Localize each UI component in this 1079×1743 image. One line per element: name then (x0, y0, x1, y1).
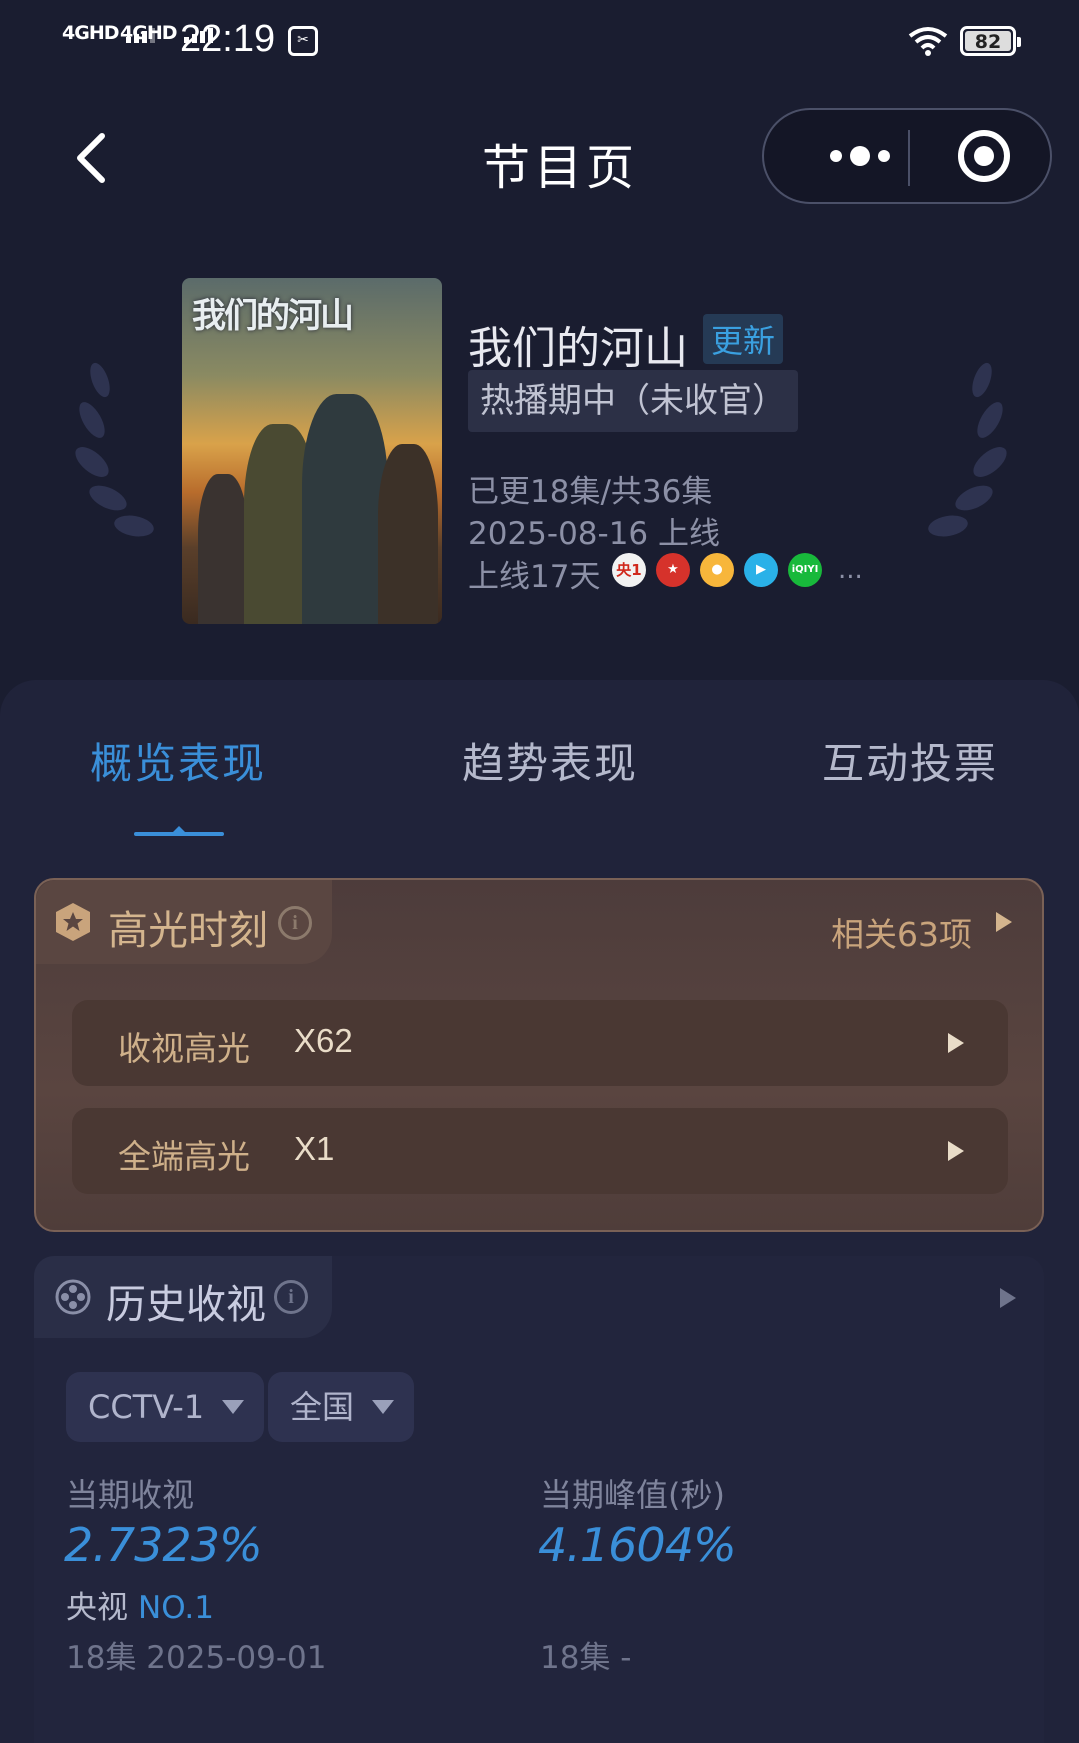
active-tab-indicator (134, 826, 224, 836)
network-type-label: 4GHD (62, 22, 119, 44)
tab-voting[interactable]: 互动投票 (822, 730, 998, 791)
caret-down-icon (222, 1400, 245, 1414)
caret-down-icon (372, 1400, 395, 1414)
battery-level: 82 (965, 31, 1011, 53)
highlight-count: X1 (294, 1130, 335, 1167)
star-badge-icon (56, 903, 90, 941)
mango-tv-logo-icon: ● (700, 553, 734, 587)
region-select-value: 全国 (290, 1388, 355, 1426)
poster-figure (378, 444, 438, 624)
highlights-header: 高光时刻 i (36, 880, 332, 964)
laurel-right-icon (928, 362, 1007, 537)
current-rating-label: 当期收视 (66, 1476, 195, 1514)
rank-value: NO.1 (138, 1590, 214, 1626)
history-header: 历史收视 i (34, 1256, 332, 1338)
poster-title: 我们的河山 (192, 296, 354, 336)
peak-rating-value: 4.1604% (538, 1518, 737, 1572)
highlight-label: 收视高光 (118, 1029, 250, 1068)
broadcast-status-tag: 热播期中（未收官） (468, 370, 798, 432)
dragon-tv-logo-icon: ★ (656, 553, 690, 587)
show-name: 我们的河山 (468, 323, 688, 374)
laurel-left-icon (75, 362, 154, 537)
highlights-related-link[interactable]: 相关63项 (831, 908, 972, 956)
status-bar: 4GHD 4GHD 22:19 ✂ 82 (0, 0, 1079, 90)
screen-recorder-icon: ✂ (288, 26, 318, 56)
tab-bar: 概览表现 趋势表现 互动投票 (0, 730, 1079, 810)
episode-count: 已更18集/共36集 (468, 474, 713, 510)
highlight-row-ratings[interactable]: 收视高光 X62 (72, 1000, 1008, 1086)
highlights-title: 高光时刻 (108, 908, 268, 954)
rank-info: 央视 NO.1 (66, 1582, 214, 1627)
poster-figure (198, 474, 248, 624)
iqiyi-logo-icon: iQIYI (788, 553, 822, 587)
wifi-icon (908, 27, 948, 56)
update-badge: 更新 (703, 314, 784, 364)
highlight-count: X62 (294, 1022, 353, 1059)
tab-trends[interactable]: 趋势表现 (462, 730, 638, 791)
rank-prefix: 央视 (66, 1590, 128, 1626)
chevron-right-icon (948, 1141, 964, 1161)
channel-select[interactable]: CCTV-1 (66, 1372, 265, 1442)
highlight-label: 全端高光 (118, 1137, 250, 1176)
more-platforms[interactable]: ... (838, 555, 863, 585)
highlights-card: 高光时刻 i 相关63项 收视高光 X62 全端高光 X1 (34, 878, 1044, 1232)
clock: 22:19 (180, 18, 276, 60)
history-ratings-card: 历史收视 i CCTV-1 全国 当期收视 2.7323% 央视 NO.1 18集… (34, 1256, 1044, 1743)
chevron-right-icon[interactable] (1000, 1288, 1016, 1308)
mini-program-capsule (762, 108, 1052, 204)
tencent-video-logo-icon: ▶ (744, 553, 778, 587)
highlight-row-all-platforms[interactable]: 全端高光 X1 (72, 1108, 1008, 1194)
current-rating-foot: 18集 2025-09-01 (66, 1640, 327, 1676)
platform-list[interactable]: 央1 ★ ● ▶ iQIYI ... (612, 553, 863, 587)
chevron-right-icon (948, 1033, 964, 1053)
peak-rating-foot: 18集 - (540, 1640, 632, 1676)
days-online: 上线17天 (468, 559, 601, 595)
cctv1-logo-icon: 央1 (612, 553, 646, 587)
capsule-divider (908, 130, 910, 186)
tab-overview[interactable]: 概览表现 (90, 730, 266, 791)
poster-figure (302, 394, 388, 624)
film-reel-icon (55, 1279, 91, 1315)
region-select[interactable]: 全国 (268, 1372, 415, 1442)
close-mini-program-icon[interactable] (956, 128, 1012, 184)
current-rating-value: 2.7323% (64, 1518, 263, 1572)
premiere-date: 2025-08-16 上线 (468, 516, 721, 552)
history-title: 历史收视 (106, 1282, 266, 1328)
more-options-icon[interactable] (804, 110, 914, 202)
info-icon[interactable]: i (278, 906, 312, 940)
network-type-label: 4GHD (120, 22, 177, 44)
chevron-right-icon[interactable] (996, 912, 1012, 932)
show-poster[interactable]: 我们的河山 (182, 278, 442, 624)
peak-rating-label: 当期峰值(秒) (540, 1476, 725, 1514)
battery-icon: 82 (960, 26, 1021, 56)
channel-select-value: CCTV-1 (88, 1388, 205, 1426)
info-icon[interactable]: i (274, 1280, 308, 1314)
